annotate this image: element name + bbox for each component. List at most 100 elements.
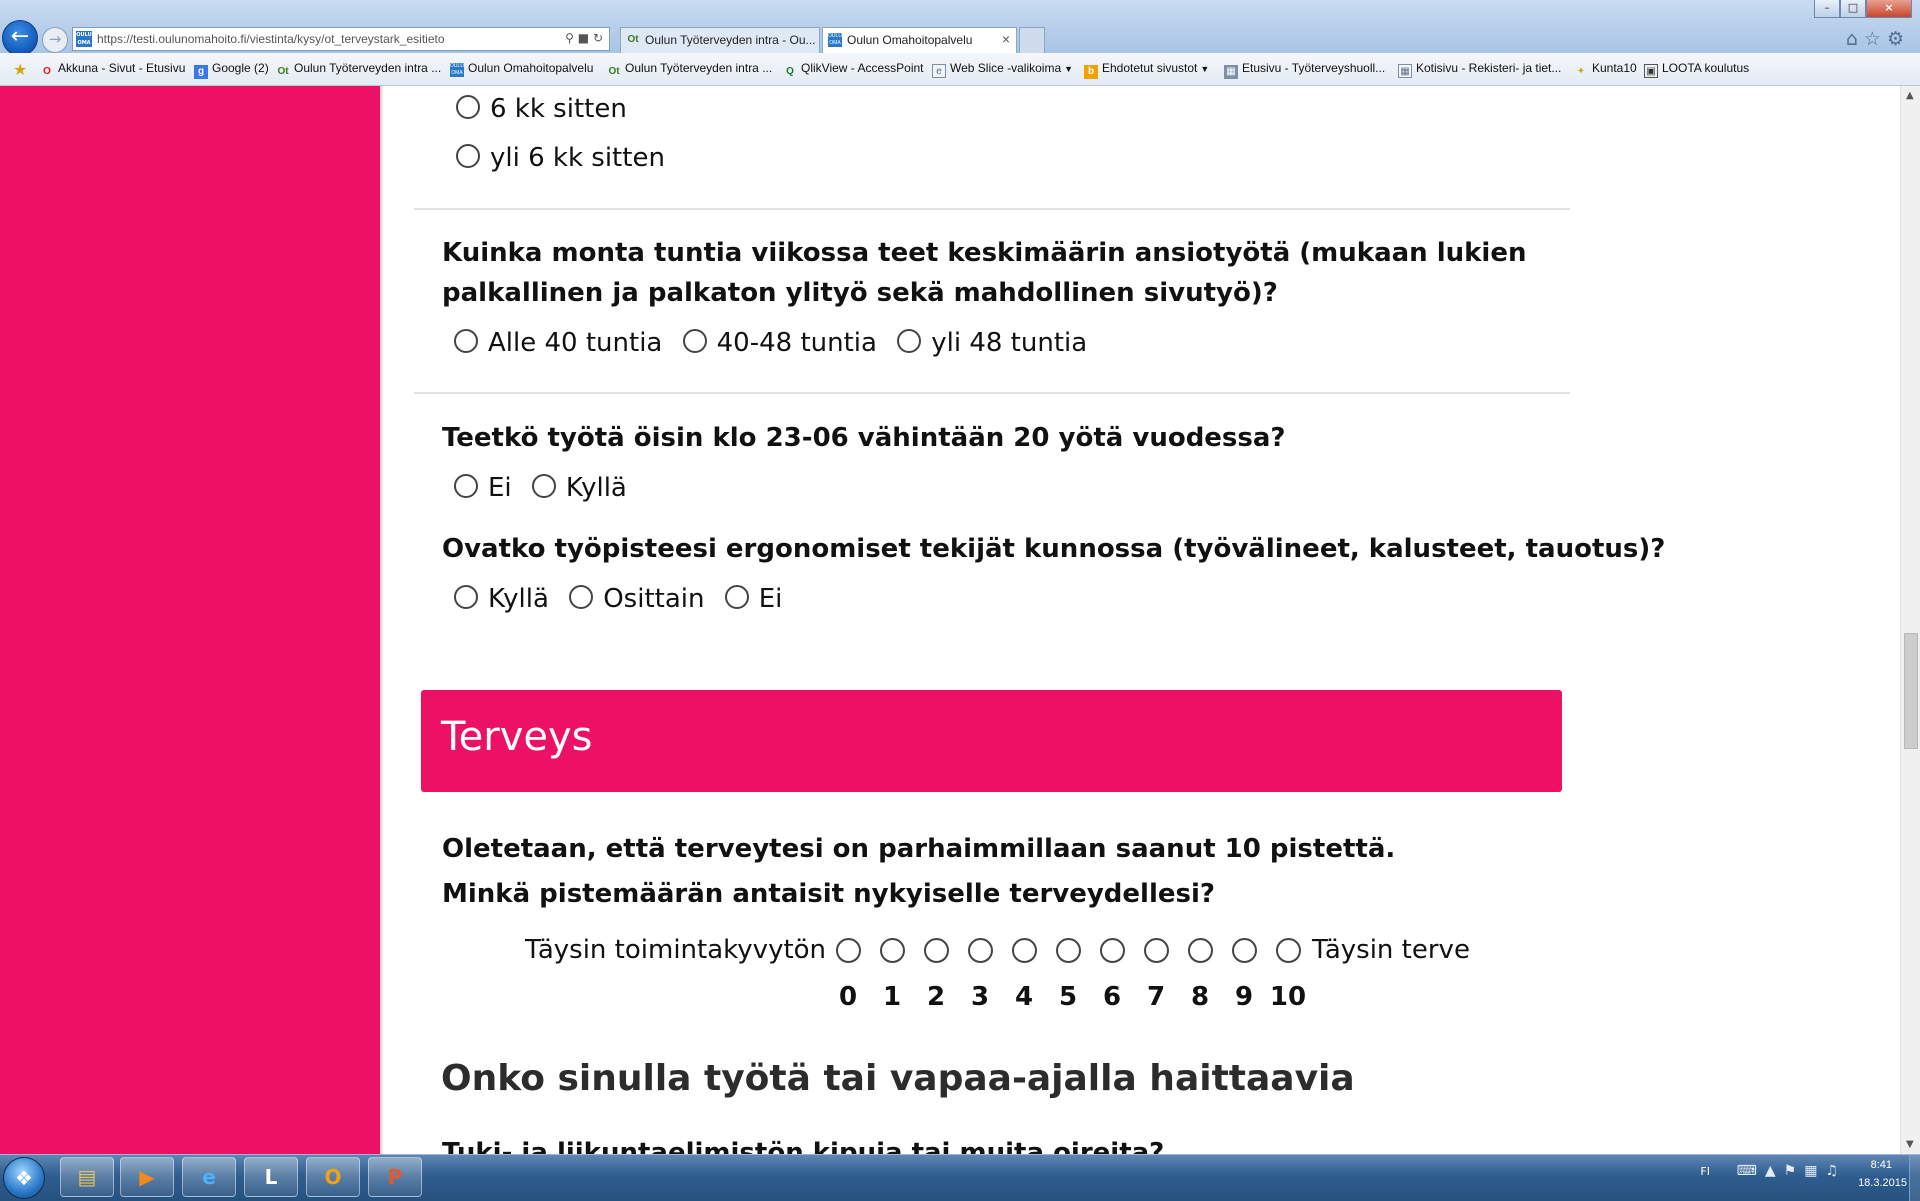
chevron-down-icon: ▼ — [1064, 64, 1074, 74]
favorites-star-icon[interactable]: ☆ — [1864, 28, 1887, 50]
option-no[interactable]: Ei — [724, 584, 795, 614]
show-desktop-button[interactable] — [1909, 1155, 1920, 1201]
favorite-intra-1[interactable]: Ot Oulun Työterveyden intra ... — [276, 61, 441, 79]
radio-button[interactable] — [682, 329, 707, 353]
tab-omahoitopalvelu[interactable]: OULU OMA Oulun Omahoitopalvelu × — [822, 27, 1017, 53]
tab-label: Oulun Työterveyden intra - Ou... — [645, 33, 816, 47]
taskbar-outlook[interactable]: O — [306, 1157, 360, 1197]
keyboard-icon[interactable]: ⌨ — [1737, 1163, 1765, 1179]
radio-button[interactable] — [456, 144, 480, 168]
radio-button[interactable] — [454, 329, 478, 353]
option-6kk[interactable]: 6 kk sitten — [456, 94, 639, 124]
radio-button[interactable] — [456, 95, 480, 119]
favorite-loota[interactable]: ▣ LOOTA koulutus — [1644, 61, 1749, 78]
favorites-add-icon[interactable]: ★ — [13, 60, 27, 80]
radio-button[interactable] — [724, 585, 749, 609]
minimize-button[interactable]: – — [1814, 0, 1840, 18]
clock-date[interactable]: 18.3.2015 — [1858, 1177, 1907, 1189]
option-yes[interactable]: Kyllä — [531, 473, 639, 503]
window-controls: – □ × — [1814, 0, 1912, 18]
ergonomics-options: Kyllä Osittain Ei — [454, 584, 794, 614]
option-partially[interactable]: Osittain — [569, 584, 716, 614]
option-40-48[interactable]: 40-48 tuntia — [682, 328, 889, 358]
scale-radio-4[interactable] — [1012, 938, 1037, 963]
scale-radio-8[interactable] — [1188, 938, 1213, 963]
home-icon[interactable]: ⌂ — [1846, 28, 1864, 50]
question-night-work: Teetkö työtä öisin klo 23-06 vähintään 2… — [442, 423, 1286, 453]
option-over-6kk[interactable]: yli 6 kk sitten — [456, 143, 677, 173]
scale-radio-3[interactable] — [968, 938, 993, 963]
forward-button[interactable]: → — [42, 27, 68, 53]
taskbar-internet-explorer[interactable]: e — [182, 1157, 236, 1197]
search-icon[interactable]: ⚲ — [565, 31, 574, 45]
scale-radio-10[interactable] — [1276, 938, 1301, 963]
favorite-qlikview[interactable]: Q QlikView - AccessPoint — [783, 61, 923, 79]
scale-radio-9[interactable] — [1232, 938, 1257, 963]
scale-radio-2[interactable] — [924, 938, 949, 963]
url-text[interactable]: https://testi.oulunomahoito.fi/viestinta… — [97, 32, 445, 46]
page-content: 6 kk sitten yli 6 kk sitten Kuinka monta… — [0, 86, 1920, 1154]
new-tab-button[interactable] — [1019, 27, 1045, 53]
back-button[interactable]: ← — [2, 20, 38, 56]
question-hours-line2: palkallinen ja palkaton ylityö sekä mahd… — [442, 278, 1278, 308]
scroll-down-icon[interactable]: ▼ — [1906, 1139, 1914, 1150]
favorite-akkuna[interactable]: O Akkuna - Sivut - Etusivu — [40, 61, 185, 79]
vertical-scrollbar[interactable]: ▲ ▼ — [1900, 86, 1920, 1154]
scale-radio-1[interactable] — [880, 938, 905, 963]
suggested-sites-icon: b — [1084, 65, 1098, 79]
refresh-icon[interactable]: ↻ — [593, 31, 603, 45]
scroll-thumb[interactable] — [1904, 633, 1918, 749]
favorite-google[interactable]: g Google (2) — [194, 61, 269, 79]
scale-radio-7[interactable] — [1144, 938, 1169, 963]
media-player-icon: ▶ — [139, 1165, 155, 1189]
akkuna-icon: O — [43, 66, 51, 77]
clock-time[interactable]: 8:41 — [1871, 1159, 1892, 1171]
radio-button[interactable] — [569, 585, 594, 609]
close-window-button[interactable]: × — [1866, 0, 1912, 18]
favorite-kunta10[interactable]: ✦ Kunta10 — [1574, 61, 1637, 79]
taskbar-media-player[interactable]: ▶ — [120, 1157, 174, 1197]
favorite-intra-2[interactable]: Ot Oulun Työterveyden intra ... — [607, 61, 772, 79]
start-button[interactable]: ❖ — [3, 1157, 45, 1199]
back-arrow-icon: ← — [10, 24, 30, 49]
taskbar-explorer[interactable]: ▤ — [60, 1157, 114, 1197]
tab-intra[interactable]: Ot Oulun Työterveyden intra - Ou... — [620, 27, 820, 53]
scroll-up-icon[interactable]: ▲ — [1906, 90, 1914, 101]
omahoito-icon: OULU OMA — [450, 63, 464, 77]
favorite-tyoterveyshuolto[interactable]: ▦ Etusivu - Työterveyshuoll... — [1224, 61, 1385, 79]
radio-button[interactable] — [897, 329, 922, 353]
maximize-button[interactable]: □ — [1840, 0, 1866, 18]
option-under-40[interactable]: Alle 40 tuntia — [454, 328, 674, 358]
option-no[interactable]: Ei — [454, 473, 524, 503]
flag-icon[interactable]: ⚑ — [1784, 1163, 1805, 1179]
scale-number: 5 — [1058, 982, 1078, 1012]
address-bar[interactable]: OULU OMA https://testi.oulunomahoito.fi/v… — [72, 27, 610, 51]
taskbar-lync[interactable]: L — [244, 1157, 298, 1197]
scale-number: 7 — [1146, 982, 1166, 1012]
taskbar-powerpoint[interactable]: P — [368, 1157, 422, 1197]
option-over-48[interactable]: yli 48 tuntia — [897, 328, 1099, 358]
scale-radio-0[interactable] — [836, 938, 861, 963]
show-hidden-icons-icon[interactable]: ▲ — [1765, 1163, 1784, 1179]
network-icon[interactable]: ▦ — [1804, 1163, 1825, 1179]
favorite-suggested-sites[interactable]: b Ehdotetut sivustot ▼ — [1084, 61, 1209, 79]
favorite-web-slice[interactable]: e Web Slice -valikoima ▼ — [932, 61, 1073, 78]
lock-icon[interactable]: ■ — [578, 31, 589, 45]
scale-number: 8 — [1190, 982, 1210, 1012]
scale-radio-5[interactable] — [1056, 938, 1081, 963]
option-yes[interactable]: Kyllä — [454, 584, 561, 614]
radio-button[interactable] — [454, 474, 478, 498]
close-tab-icon[interactable]: × — [1002, 31, 1010, 47]
language-indicator[interactable]: FI — [1700, 1165, 1710, 1178]
page-icon: ▦ — [1398, 64, 1412, 78]
favorite-rekisteri[interactable]: ▦ Kotisivu - Rekisteri- ja tiet... — [1398, 61, 1561, 78]
volume-icon[interactable]: ♫ — [1825, 1163, 1846, 1179]
intra-icon: Ot — [608, 66, 620, 77]
radio-button[interactable] — [531, 474, 556, 498]
site-favicon-icon: OULU OMA — [76, 31, 92, 47]
radio-button[interactable] — [454, 585, 478, 609]
gear-icon[interactable]: ⚙ — [1887, 28, 1910, 50]
scale-radio-6[interactable] — [1100, 938, 1125, 963]
internet-explorer-icon: e — [202, 1165, 216, 1189]
favorite-omahoito[interactable]: OULU OMA Oulun Omahoitopalvelu — [450, 61, 593, 77]
